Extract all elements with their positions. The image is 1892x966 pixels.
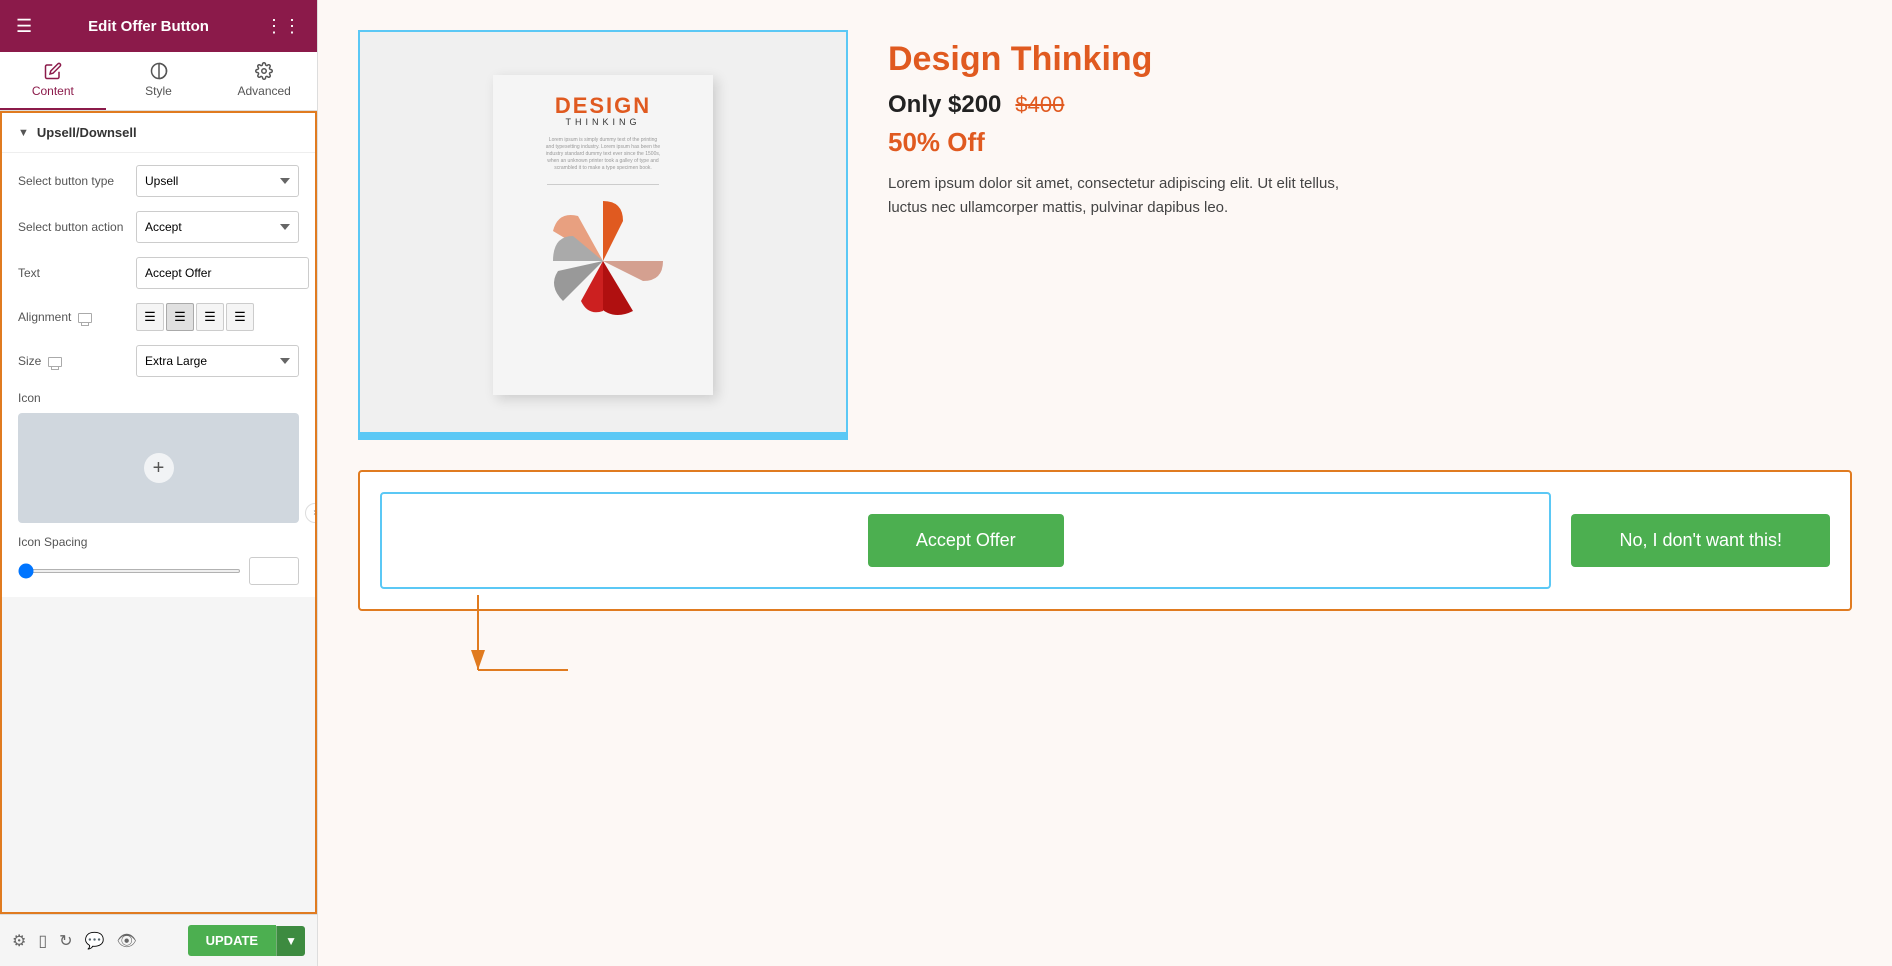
panel-title: Edit Offer Button — [88, 18, 209, 35]
align-right-btn[interactable]: ☰ — [196, 303, 224, 331]
book-title-area: DESIGN THINKING — [555, 95, 651, 127]
icon-spacing-section: Icon Spacing — [18, 535, 299, 585]
icon-spacing-label: Icon Spacing — [18, 535, 299, 549]
book-sub-title: THINKING — [555, 117, 651, 127]
book-bottom-accent — [360, 432, 846, 438]
icon-section: Icon + — [18, 391, 299, 523]
left-panel: ☰ Edit Offer Button ⋮⋮ Content Style Adv… — [0, 0, 318, 966]
price-original: $400 — [1015, 92, 1064, 118]
undo-icon[interactable]: ↻ — [59, 931, 72, 951]
section-body: Select button type Upsell Downsell Selec… — [2, 153, 315, 597]
button-type-select[interactable]: Upsell Downsell — [136, 165, 299, 197]
comment-icon[interactable]: 💬 — [85, 931, 105, 951]
slider-row — [18, 557, 299, 585]
icon-label: Icon — [18, 391, 299, 405]
text-input[interactable] — [136, 257, 309, 289]
tab-content[interactable]: Content — [0, 52, 106, 110]
tab-style[interactable]: Style — [106, 52, 212, 110]
gear-icon — [255, 62, 273, 80]
icon-spacing-slider[interactable] — [18, 569, 241, 573]
text-label: Text — [18, 266, 128, 280]
accept-offer-button[interactable]: Accept Offer — [868, 514, 1064, 567]
product-section: DESIGN THINKING Lorem ipsum is simply du… — [358, 30, 1852, 440]
book-svg: DESIGN THINKING Lorem ipsum is simply du… — [493, 75, 713, 395]
align-left-btn[interactable]: ☰ — [136, 303, 164, 331]
buttons-section: Accept Offer No, I don't want this! — [358, 470, 1852, 611]
text-row: Text — [18, 257, 299, 289]
size-select[interactable]: Small Medium Large Extra Large — [136, 345, 299, 377]
price-current: Only $200 — [888, 91, 1001, 119]
accept-offer-outer: Accept Offer — [380, 492, 1551, 589]
grid-icon[interactable]: ⋮⋮ — [265, 16, 301, 37]
main-inner: DESIGN THINKING Lorem ipsum is simply du… — [318, 0, 1892, 966]
book-divider — [547, 184, 660, 185]
tab-advanced[interactable]: Advanced — [211, 52, 317, 110]
button-action-label: Select button action — [18, 220, 128, 234]
icon-upload-plus: + — [144, 453, 174, 483]
book-body-text: Lorem ipsum is simply dummy text of the … — [546, 137, 661, 172]
update-dropdown-btn[interactable]: ▼ — [276, 926, 305, 956]
section-title: Upsell/Downsell — [37, 125, 137, 140]
size-monitor-icon — [48, 357, 62, 367]
product-description: Lorem ipsum dolor sit amet, consectetur … — [888, 172, 1368, 220]
button-type-label: Select button type — [18, 174, 128, 188]
book-main-title: DESIGN — [555, 95, 651, 117]
tab-content-label: Content — [32, 84, 74, 98]
monitor-icon — [78, 313, 92, 323]
book-pinwheel — [533, 191, 673, 331]
alignment-row: Alignment ☰ ☰ ☰ ☰ — [18, 303, 299, 331]
decline-offer-button[interactable]: No, I don't want this! — [1571, 514, 1830, 567]
update-btn-group: UPDATE ▼ — [188, 925, 305, 956]
panel-header: ☰ Edit Offer Button ⋮⋮ — [0, 0, 317, 52]
panel-footer: ⚙ ▯ ↻ 💬 👁 UPDATE ▼ — [0, 914, 317, 966]
tab-advanced-label: Advanced — [237, 84, 290, 98]
product-info: Design Thinking Only $200 $400 50% Off L… — [888, 30, 1852, 220]
button-action-select[interactable]: Accept Decline — [136, 211, 299, 243]
pencil-icon — [44, 62, 62, 80]
alignment-buttons: ☰ ☰ ☰ ☰ — [136, 303, 254, 331]
settings-icon[interactable]: ⚙ — [12, 931, 26, 951]
align-center-btn[interactable]: ☰ — [166, 303, 194, 331]
hamburger-icon[interactable]: ☰ — [16, 16, 32, 37]
book-cover: DESIGN THINKING Lorem ipsum is simply du… — [360, 32, 846, 438]
footer-icons: ⚙ ▯ ↻ 💬 👁 — [12, 931, 137, 951]
alignment-label: Alignment — [18, 310, 128, 324]
panel-content: ▼ Upsell/Downsell Select button type Ups… — [0, 111, 317, 914]
button-action-row: Select button action Accept Decline — [18, 211, 299, 243]
tab-style-label: Style — [145, 84, 172, 98]
button-type-row: Select button type Upsell Downsell — [18, 165, 299, 197]
eye-icon[interactable]: 👁 — [116, 931, 136, 951]
icon-upload-area[interactable]: + — [18, 413, 299, 523]
book-container: DESIGN THINKING Lorem ipsum is simply du… — [358, 30, 848, 440]
section-header: ▼ Upsell/Downsell — [2, 113, 315, 153]
size-row: Size Small Medium Large Extra Large — [18, 345, 299, 377]
update-button[interactable]: UPDATE — [188, 925, 276, 956]
product-title: Design Thinking — [888, 40, 1852, 79]
align-justify-btn[interactable]: ☰ — [226, 303, 254, 331]
size-label: Size — [18, 354, 128, 368]
discount-text: 50% Off — [888, 127, 1852, 158]
panel-tabs: Content Style Advanced — [0, 52, 317, 111]
circle-half-icon — [150, 62, 168, 80]
icon-spacing-value[interactable] — [249, 557, 299, 585]
collapse-icon[interactable]: ▼ — [18, 127, 29, 139]
main-content: DESIGN THINKING Lorem ipsum is simply du… — [318, 0, 1892, 966]
layers-icon[interactable]: ▯ — [38, 931, 47, 951]
price-row: Only $200 $400 — [888, 91, 1852, 119]
